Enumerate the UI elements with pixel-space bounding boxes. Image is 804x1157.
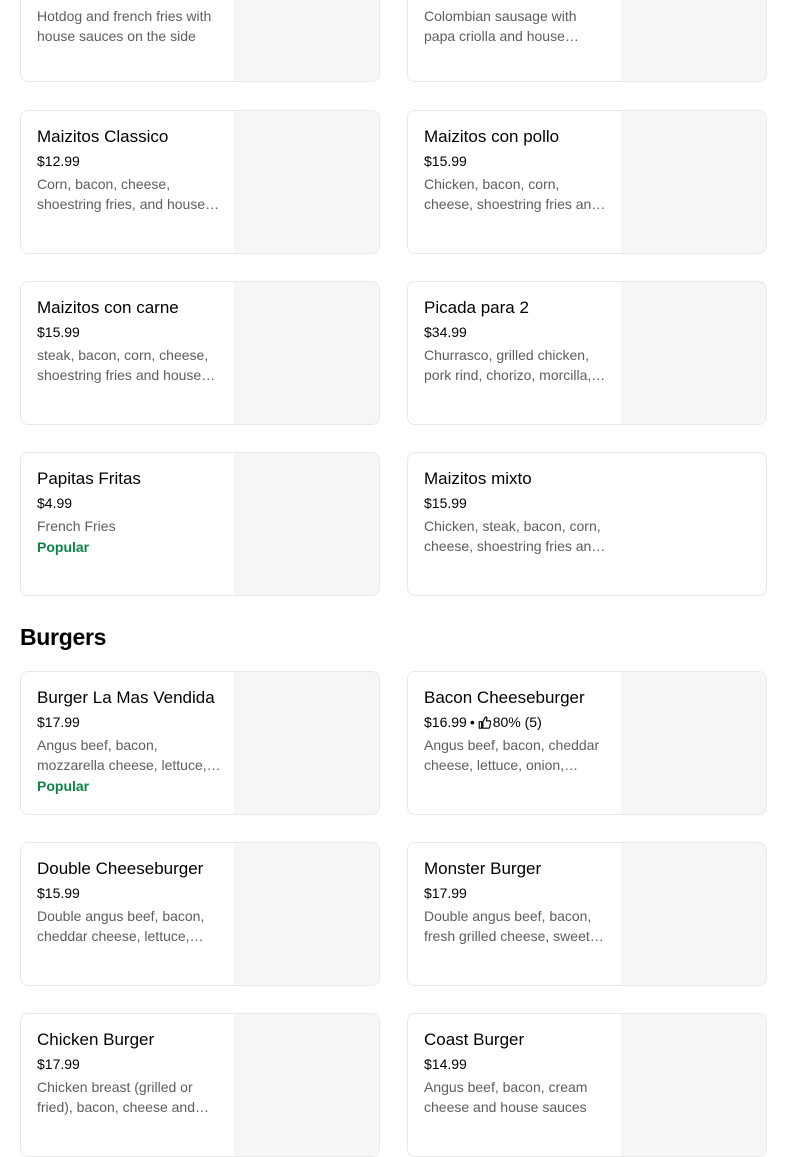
- menu-item-name: Coast Burger: [424, 1030, 525, 1049]
- price: $17.99: [424, 885, 467, 901]
- price: $15.99: [37, 324, 80, 340]
- menu-item-text: Hotdog and french fries with house sauce…: [37, 2, 223, 46]
- menu-item-name: Maizitos con pollo: [424, 127, 560, 146]
- menu-item-text: Coast Burger $14.99 Angus beef, bacon, c…: [424, 1029, 610, 1117]
- menu-item-card[interactable]: Maizitos Classico $12.99 Corn, bacon, ch…: [20, 110, 380, 254]
- menu-item-card[interactable]: Monster Burger $17.99 Double angus beef,…: [407, 842, 767, 986]
- menu-item-description: Corn, bacon, cheese, shoestring fries, a…: [37, 176, 206, 212]
- menu-item-text: Burger La Mas Vendida $17.99 Angus beef,…: [37, 687, 223, 795]
- menu-item-description: Chicken, steak, bacon, corn, cheese, sho…: [424, 518, 601, 554]
- menu-item-text: Maizitos Classico $12.99 Corn, bacon, ch…: [37, 126, 223, 214]
- menu-item-name: Bacon Cheeseburger: [424, 688, 585, 707]
- price: $15.99: [424, 153, 467, 169]
- menu-item-text: Bacon Cheeseburger $16.99 • 80% (5) Angu…: [424, 687, 610, 775]
- menu-item-price: $34.99: [424, 323, 610, 341]
- menu-item-image: [234, 453, 379, 595]
- menu-item-card[interactable]: Papitas Fritas $4.99 French Fries Popula…: [20, 452, 380, 596]
- menu-item-description: Chicken breast (grilled or fried), bacon…: [37, 1079, 195, 1115]
- menu-page: Hotdog and french fries with house sauce…: [0, 0, 804, 1157]
- menu-item-image: [621, 1014, 766, 1156]
- rating-text: 80% (5): [492, 714, 542, 730]
- menu-item-name: Maizitos mixto: [424, 469, 532, 488]
- menu-item-description: Churrasco, grilled chicken, pork rind, c…: [424, 347, 592, 383]
- menu-item-name: Burger La Mas Vendida: [37, 688, 215, 707]
- menu-item-name: Maizitos Classico: [37, 127, 169, 146]
- menu-item-image: [621, 111, 766, 253]
- menu-item-image: [234, 282, 379, 424]
- menu-item-text: Chicken Burger $17.99 Chicken breast (gr…: [37, 1029, 223, 1117]
- popular-badge: Popular: [37, 778, 90, 794]
- menu-item-description: Double angus beef, bacon, fresh grilled …: [424, 908, 592, 944]
- menu-item-image: [621, 0, 766, 81]
- menu-item-description: French Fries: [37, 518, 116, 534]
- menu-item-description: Angus beef, bacon, cheddar cheese, lettu…: [424, 737, 600, 773]
- menu-item-text: Monster Burger $17.99 Double angus beef,…: [424, 858, 610, 946]
- menu-item-text: Maizitos con carne $15.99 steak, bacon, …: [37, 297, 223, 385]
- menu-item-image: [621, 672, 766, 814]
- popular-badge: Popular: [37, 539, 90, 555]
- menu-item-name: Papitas Fritas: [37, 469, 141, 488]
- menu-item-card[interactable]: Maizitos con carne $15.99 steak, bacon, …: [20, 281, 380, 425]
- menu-item-card[interactable]: Hotdog and french fries with house sauce…: [20, 0, 380, 82]
- menu-item-card[interactable]: Maizitos mixto $15.99 Chicken, steak, ba…: [407, 452, 767, 596]
- thumbs-up-icon: [478, 715, 491, 729]
- menu-item-text: Maizitos mixto $15.99 Chicken, steak, ba…: [424, 468, 610, 556]
- menu-item-image: [234, 672, 379, 814]
- menu-item-price-rating: $16.99 • 80% (5): [424, 713, 610, 731]
- menu-item-image: [234, 1014, 379, 1156]
- price: $15.99: [424, 495, 467, 511]
- menu-item-card[interactable]: Maizitos con pollo $15.99 Chicken, bacon…: [407, 110, 767, 254]
- menu-item-text: Colombian sausage with papa criolla and …: [424, 2, 610, 46]
- menu-item-price: $15.99: [37, 323, 223, 341]
- menu-item-description: Colombian sausage with papa criolla and …: [424, 8, 577, 44]
- menu-item-price: $4.99: [37, 494, 223, 512]
- menu-item-card[interactable]: Colombian sausage with papa criolla and …: [407, 0, 767, 82]
- menu-item-description: steak, bacon, corn, cheese, shoestring f…: [37, 347, 209, 383]
- menu-item-card[interactable]: Coast Burger $14.99 Angus beef, bacon, c…: [407, 1013, 767, 1157]
- menu-item-text: Double Cheeseburger $15.99 Double angus …: [37, 858, 223, 946]
- menu-item-card[interactable]: Double Cheeseburger $15.99 Double angus …: [20, 842, 380, 986]
- menu-item-price: $14.99: [424, 1055, 610, 1073]
- price: $12.99: [37, 153, 80, 169]
- menu-item-text: Picada para 2 $34.99 Churrasco, grilled …: [424, 297, 610, 385]
- price: $17.99: [37, 714, 80, 730]
- menu-item-description: Angus beef, bacon, cream cheese and hous…: [424, 1079, 588, 1115]
- menu-item-image: [621, 282, 766, 424]
- menu-item-name: Picada para 2: [424, 298, 529, 317]
- menu-item-price: $12.99: [37, 152, 223, 170]
- menu-item-text: Maizitos con pollo $15.99 Chicken, bacon…: [424, 126, 610, 214]
- menu-item-description: Double angus beef, bacon, cheddar cheese…: [37, 908, 205, 944]
- separator-dot: •: [469, 714, 475, 730]
- price: $34.99: [424, 324, 467, 340]
- menu-item-image: [621, 843, 766, 985]
- menu-item-description: Chicken, bacon, corn, cheese, shoestring…: [424, 176, 600, 212]
- menu-item-description: Hotdog and french fries with house sauce…: [37, 8, 212, 44]
- price: $15.99: [37, 885, 80, 901]
- menu-item-image: [234, 111, 379, 253]
- menu-item-card[interactable]: Burger La Mas Vendida $17.99 Angus beef,…: [20, 671, 380, 815]
- menu-item-image: [234, 0, 379, 81]
- section-title-burgers: Burgers: [20, 624, 107, 650]
- menu-item-price: $15.99: [424, 494, 610, 512]
- menu-item-price: $15.99: [37, 884, 223, 902]
- price: $17.99: [37, 1056, 80, 1072]
- menu-item-price: $17.99: [37, 1055, 223, 1073]
- menu-item-description: Angus beef, bacon, mozzarella cheese, le…: [37, 737, 207, 773]
- menu-item-name: Chicken Burger: [37, 1030, 155, 1049]
- menu-item-price: $17.99: [37, 713, 223, 731]
- menu-item-card[interactable]: Picada para 2 $34.99 Churrasco, grilled …: [407, 281, 767, 425]
- menu-item-image: [234, 843, 379, 985]
- menu-item-price: $17.99: [424, 884, 610, 902]
- menu-item-price: $15.99: [424, 152, 610, 170]
- menu-item-name: Maizitos con carne: [37, 298, 179, 317]
- menu-item-text: Papitas Fritas $4.99 French Fries Popula…: [37, 468, 223, 556]
- menu-item-name: Double Cheeseburger: [37, 859, 204, 878]
- menu-item-card[interactable]: Bacon Cheeseburger $16.99 • 80% (5) Angu…: [407, 671, 767, 815]
- menu-item-name: Monster Burger: [424, 859, 542, 878]
- price: $4.99: [37, 495, 73, 511]
- price: $14.99: [424, 1056, 467, 1072]
- price: $16.99: [424, 714, 467, 730]
- menu-item-card[interactable]: Chicken Burger $17.99 Chicken breast (gr…: [20, 1013, 380, 1157]
